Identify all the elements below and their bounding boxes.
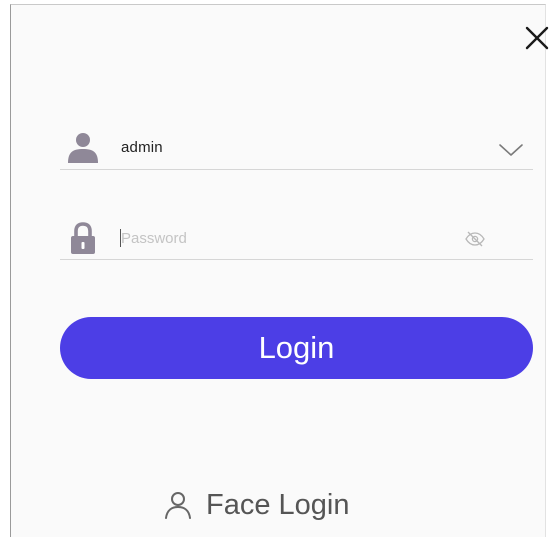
login-button[interactable]: Login — [60, 317, 533, 379]
username-field[interactable]: admin — [60, 129, 533, 170]
chevron-down-icon — [499, 144, 523, 156]
user-icon — [68, 133, 98, 163]
face-login-label: Face Login — [206, 488, 350, 521]
password-field — [60, 219, 533, 260]
password-visibility-toggle[interactable] — [464, 230, 486, 248]
close-icon — [525, 26, 549, 50]
username-value: admin — [121, 139, 163, 156]
username-dropdown-button[interactable] — [497, 137, 525, 161]
close-button[interactable] — [522, 23, 552, 53]
face-login-link[interactable]: Face Login — [164, 485, 350, 525]
lock-icon — [71, 222, 95, 254]
eye-slash-icon — [465, 231, 485, 247]
login-dialog: admin Login Face Login — [10, 4, 549, 537]
password-input[interactable] — [119, 225, 451, 251]
person-outline-icon — [165, 492, 191, 519]
